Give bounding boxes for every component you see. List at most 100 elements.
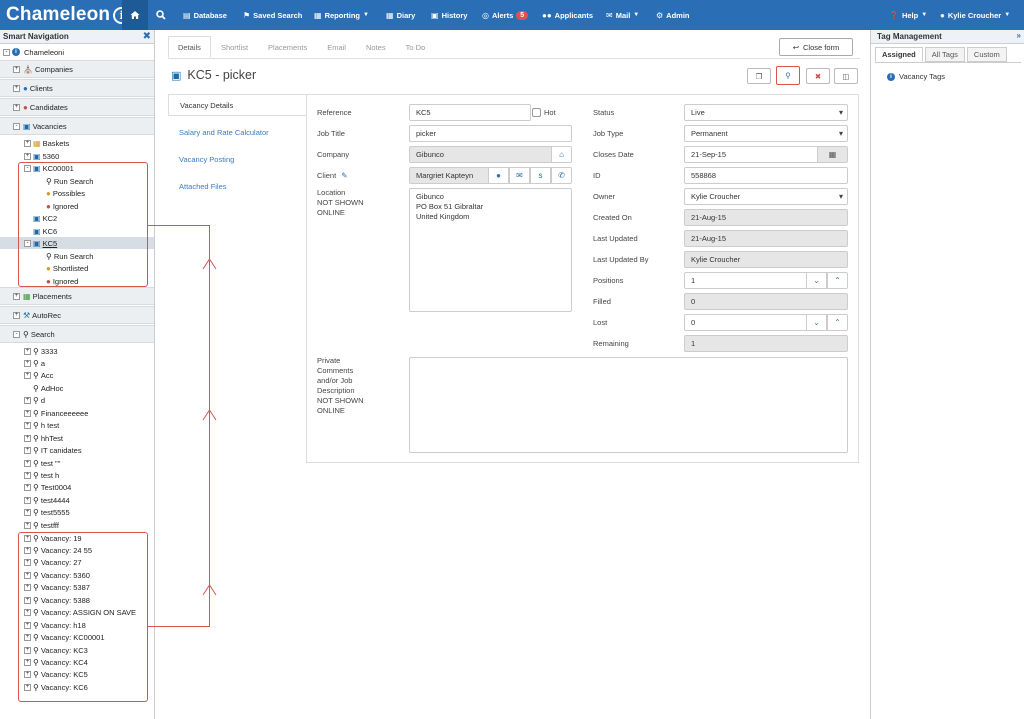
search-nav-button[interactable] [150, 0, 172, 30]
nav-user-menu[interactable]: ● Kylie Croucher ▼ [940, 0, 1010, 30]
saved-search-item[interactable]: + ⚲ Test0004 [24, 482, 71, 494]
private-comments-textarea[interactable] [409, 357, 848, 453]
nav-reporting[interactable]: ▦ Reporting ▼ [314, 0, 369, 30]
saved-search-item[interactable]: +⚲AdHoc [24, 382, 63, 394]
collapse-icon[interactable]: - [13, 122, 20, 130]
nav-database[interactable]: ▤ Database [183, 0, 227, 30]
section-placements[interactable]: + ▦ Placements [0, 287, 154, 305]
collapse-panel-icon[interactable]: » [1017, 31, 1021, 40]
expand-icon[interactable]: + [24, 359, 31, 367]
hot-checkbox[interactable] [532, 108, 541, 117]
subnav-vacancy-details[interactable]: Vacancy Details [168, 94, 307, 116]
expand-icon[interactable]: + [24, 409, 31, 417]
nav-history[interactable]: ▣ History [431, 0, 467, 30]
client-field[interactable]: Margriet Kapteyn ● ✉ s ✆ [409, 167, 572, 184]
saved-search-item[interactable]: + ⚲ hhTest [24, 432, 63, 444]
saved-search-item[interactable]: + ⚲ d [24, 395, 45, 407]
section-vacancies[interactable]: - ▣ Vacancies [0, 117, 154, 135]
tab-email[interactable]: Email [317, 36, 356, 58]
section-candidates[interactable]: + ● Candidates [0, 98, 154, 116]
nav-admin[interactable]: ⚙ Admin [656, 0, 690, 30]
expand-icon[interactable]: + [24, 139, 31, 147]
delete-button[interactable]: ✖ [806, 68, 830, 84]
tree-root-chameleoni[interactable]: - i Chameleoni [3, 46, 64, 58]
saved-search-item[interactable]: + ⚲ test "" [24, 457, 60, 469]
expand-icon[interactable]: + [13, 103, 20, 111]
expand-icon[interactable]: + [24, 422, 31, 430]
edit-icon[interactable]: ✎ [341, 171, 347, 180]
expand-icon[interactable]: + [24, 496, 31, 504]
job-type-select[interactable]: Permanent [684, 125, 848, 142]
nav-applicants[interactable]: ●● Applicants [542, 0, 593, 30]
lost-decrement-button[interactable]: ⌄ [806, 315, 827, 330]
tab-all-tags[interactable]: All Tags [924, 47, 965, 62]
company-field[interactable]: Gibunco ⌂ [409, 146, 572, 163]
section-clients[interactable]: + ● Clients [0, 79, 154, 97]
saved-search-item[interactable]: + ⚲ h test [24, 420, 59, 432]
client-skype-button[interactable]: s [530, 168, 551, 183]
saved-search-item[interactable]: + ⚲ Financeeeeee [24, 407, 88, 419]
job-title-input[interactable]: picker [409, 125, 572, 142]
calendar-button[interactable]: ▦ [817, 147, 847, 162]
saved-search-item[interactable]: + ⚲ Acc [24, 370, 53, 382]
copy-button[interactable]: ❐ [747, 68, 771, 84]
expand-icon[interactable]: + [13, 84, 20, 92]
nav-help[interactable]: ❓ Help ▼ [889, 0, 927, 30]
expand-icon[interactable]: + [13, 292, 20, 300]
expand-icon[interactable]: + [24, 347, 31, 355]
tree-vacancy-5360[interactable]: + ▣ 5360 [24, 150, 59, 162]
client-phone-button[interactable]: ✆ [551, 168, 571, 183]
saved-search-item[interactable]: + ⚲ IT canidates [24, 445, 82, 457]
lost-increment-button[interactable]: ⌃ [827, 315, 847, 330]
positions-input[interactable]: 1 ⌄ ⌃ [684, 272, 848, 289]
expand-icon[interactable]: + [24, 459, 31, 467]
saved-search-item[interactable]: + ⚲ test5555 [24, 507, 70, 519]
search-match-button[interactable]: ⚲ [776, 66, 800, 85]
status-select[interactable]: Live [684, 104, 848, 121]
close-panel-icon[interactable]: ✖ [143, 31, 151, 42]
expand-icon[interactable]: + [24, 484, 31, 492]
home-button[interactable] [122, 0, 148, 30]
expand-icon[interactable]: + [24, 397, 31, 405]
expand-icon[interactable]: + [24, 447, 31, 455]
tab-details[interactable]: Details [168, 36, 211, 58]
tree-baskets[interactable]: + ▦ Baskets [24, 137, 69, 149]
app-logo[interactable]: Chameleon i [6, 4, 131, 26]
nav-diary[interactable]: ▦ Diary [386, 0, 415, 30]
save-button[interactable]: ◫ [834, 68, 858, 84]
expand-icon[interactable]: + [13, 65, 20, 73]
tab-assigned[interactable]: Assigned [875, 47, 923, 62]
section-companies[interactable]: + ⛪ Companies [0, 60, 154, 78]
company-home-button[interactable]: ⌂ [551, 147, 571, 162]
saved-search-item[interactable]: + ⚲ a [24, 357, 45, 369]
expand-icon[interactable]: + [24, 521, 31, 529]
collapse-icon[interactable]: - [13, 330, 20, 338]
tab-shortlist[interactable]: Shortlist [211, 36, 258, 58]
expand-icon[interactable]: + [24, 372, 31, 380]
subnav-attached-files[interactable]: Attached Files [168, 175, 307, 197]
nav-alerts[interactable]: ◎ Alerts 5 [482, 0, 529, 30]
subnav-vacancy-posting[interactable]: Vacancy Posting [168, 148, 307, 170]
section-search[interactable]: - ⚲ Search [0, 325, 154, 343]
saved-search-item[interactable]: + ⚲ 3333 [24, 345, 58, 357]
client-profile-button[interactable]: ● [488, 168, 509, 183]
close-form-button[interactable]: ↩ Close form [779, 38, 853, 56]
tab-placements[interactable]: Placements [258, 36, 317, 58]
expand-icon[interactable]: + [13, 311, 20, 319]
positions-increment-button[interactable]: ⌃ [827, 273, 847, 288]
lost-input[interactable]: 0 ⌄ ⌃ [684, 314, 848, 331]
expand-icon[interactable]: + [24, 152, 31, 160]
positions-decrement-button[interactable]: ⌄ [806, 273, 827, 288]
section-autorec[interactable]: + ⚒ AutoRec [0, 306, 154, 324]
reference-input[interactable]: KC5 [409, 104, 531, 121]
saved-search-item[interactable]: + ⚲ test h [24, 470, 59, 482]
saved-search-item[interactable]: + ⚲ test4444 [24, 494, 70, 506]
id-input[interactable]: 558868 [684, 167, 848, 184]
nav-mail[interactable]: ✉ Mail ▼ [606, 0, 639, 30]
closes-date-input[interactable]: 21-Sep-15 ▦ [684, 146, 848, 163]
nav-saved-search[interactable]: ⚑ Saved Search [243, 0, 302, 30]
subnav-salary-calculator[interactable]: Salary and Rate Calculator [168, 121, 307, 143]
vacancy-tags-item[interactable]: i Vacancy Tags [887, 72, 945, 81]
tab-custom[interactable]: Custom [966, 47, 1007, 62]
client-email-button[interactable]: ✉ [509, 168, 530, 183]
